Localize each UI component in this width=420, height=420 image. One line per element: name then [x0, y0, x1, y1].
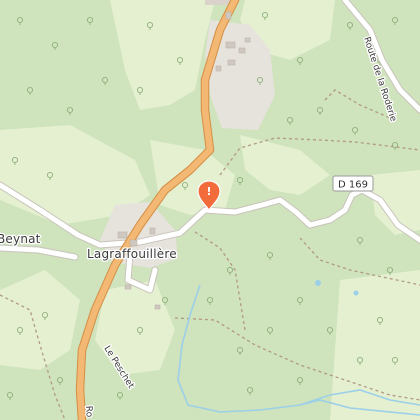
- pond-1: [315, 280, 321, 286]
- tree-icon: [51, 41, 59, 50]
- tree-icon: [236, 346, 244, 355]
- tree-icon: [116, 391, 124, 400]
- track-center: [194, 231, 246, 331]
- street-label-bottom-road: Ro: [83, 406, 94, 419]
- tree-icon: [206, 296, 214, 305]
- tree-icon: [356, 236, 364, 245]
- meadow-bottom-center: [95, 280, 175, 375]
- tree-icon: [266, 326, 274, 335]
- tree-icon: [351, 126, 359, 135]
- place-label-lagraffouillere: Lagraffouillère: [87, 247, 177, 261]
- tree-icon: [236, 176, 244, 185]
- tree-icon: [246, 386, 254, 395]
- meadow-center: [150, 140, 235, 215]
- tree-icon: [296, 376, 304, 385]
- tree-icon: [391, 16, 399, 25]
- tree-icon: [296, 296, 304, 305]
- tree-icon: [226, 266, 234, 275]
- map-view[interactable]: Lagraffouillère Beynat Route de la Roder…: [0, 0, 420, 420]
- meadow-bottom-left: [0, 270, 80, 370]
- place-label-beynat-partial: Beynat: [0, 232, 41, 246]
- meadow-mid-right: [240, 135, 330, 195]
- road-shield-d169: D 169: [332, 175, 374, 192]
- tree-icon: [296, 56, 304, 65]
- tree-icon: [66, 106, 74, 115]
- building-top: [205, 0, 230, 5]
- tree-icon: [101, 76, 109, 85]
- tree-icon: [266, 251, 274, 260]
- map-canvas[interactable]: Lagraffouillère Beynat Route de la Roder…: [0, 0, 420, 420]
- tree-icon: [6, 391, 14, 400]
- tree-icon: [26, 86, 34, 95]
- tree-icon: [16, 16, 24, 25]
- pond-2: [353, 290, 359, 296]
- road-shield-label: D 169: [338, 180, 368, 191]
- marker-symbol: !: [206, 185, 211, 198]
- tree-icon: [286, 116, 294, 125]
- tree-icon: [346, 21, 354, 30]
- tree-icon: [326, 326, 334, 335]
- meadow-top-center: [110, 0, 215, 110]
- tree-icon: [86, 16, 94, 25]
- tree-icon: [56, 376, 64, 385]
- tree-icon: [316, 106, 324, 115]
